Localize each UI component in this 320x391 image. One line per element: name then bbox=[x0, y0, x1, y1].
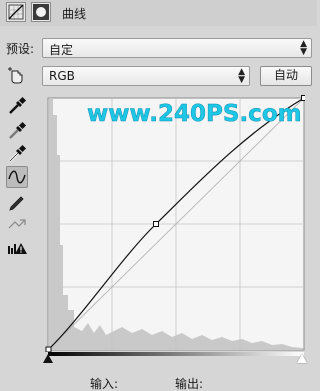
panel-title: 曲线 bbox=[62, 7, 87, 21]
input-label: 输入: bbox=[90, 377, 119, 391]
output-label: 输出: bbox=[175, 377, 204, 391]
hand-pointer-icon[interactable] bbox=[6, 65, 28, 87]
channel-select[interactable]: RGB ▲ ▼ bbox=[42, 66, 250, 86]
eyedropper-black-icon[interactable] bbox=[6, 95, 28, 117]
black-point-slider[interactable] bbox=[43, 354, 53, 363]
select-arrows-icon: ▲ ▼ bbox=[238, 67, 245, 85]
layer-mask-icon[interactable] bbox=[31, 2, 51, 22]
auto-button[interactable]: 自动 bbox=[260, 66, 312, 86]
curve-icon[interactable] bbox=[6, 166, 28, 188]
watermark-text: www.240PS.com bbox=[87, 101, 302, 127]
input-gradient-bar bbox=[48, 352, 304, 356]
select-arrows-icon: ▲ ▼ bbox=[300, 39, 307, 57]
preset-select[interactable]: 自定 ▲ ▼ bbox=[42, 38, 312, 58]
preset-value: 自定 bbox=[49, 43, 74, 57]
curve-point-mid bbox=[153, 221, 159, 227]
smooth-icon[interactable] bbox=[6, 213, 28, 235]
curves-adjustment-icon[interactable] bbox=[6, 2, 26, 22]
preset-label: 预设: bbox=[6, 42, 35, 56]
pencil-icon[interactable] bbox=[6, 190, 28, 212]
curve-point-white bbox=[301, 95, 307, 101]
white-point-slider[interactable] bbox=[297, 354, 307, 363]
eyedropper-gray-icon[interactable] bbox=[6, 120, 28, 142]
curves-graph[interactable]: www.240PS.com bbox=[42, 95, 307, 353]
panel-header: 曲线 bbox=[0, 0, 317, 26]
clipping-warning-icon[interactable] bbox=[6, 238, 28, 260]
eyedropper-white-icon[interactable] bbox=[6, 143, 28, 165]
channel-value: RGB bbox=[49, 69, 75, 83]
